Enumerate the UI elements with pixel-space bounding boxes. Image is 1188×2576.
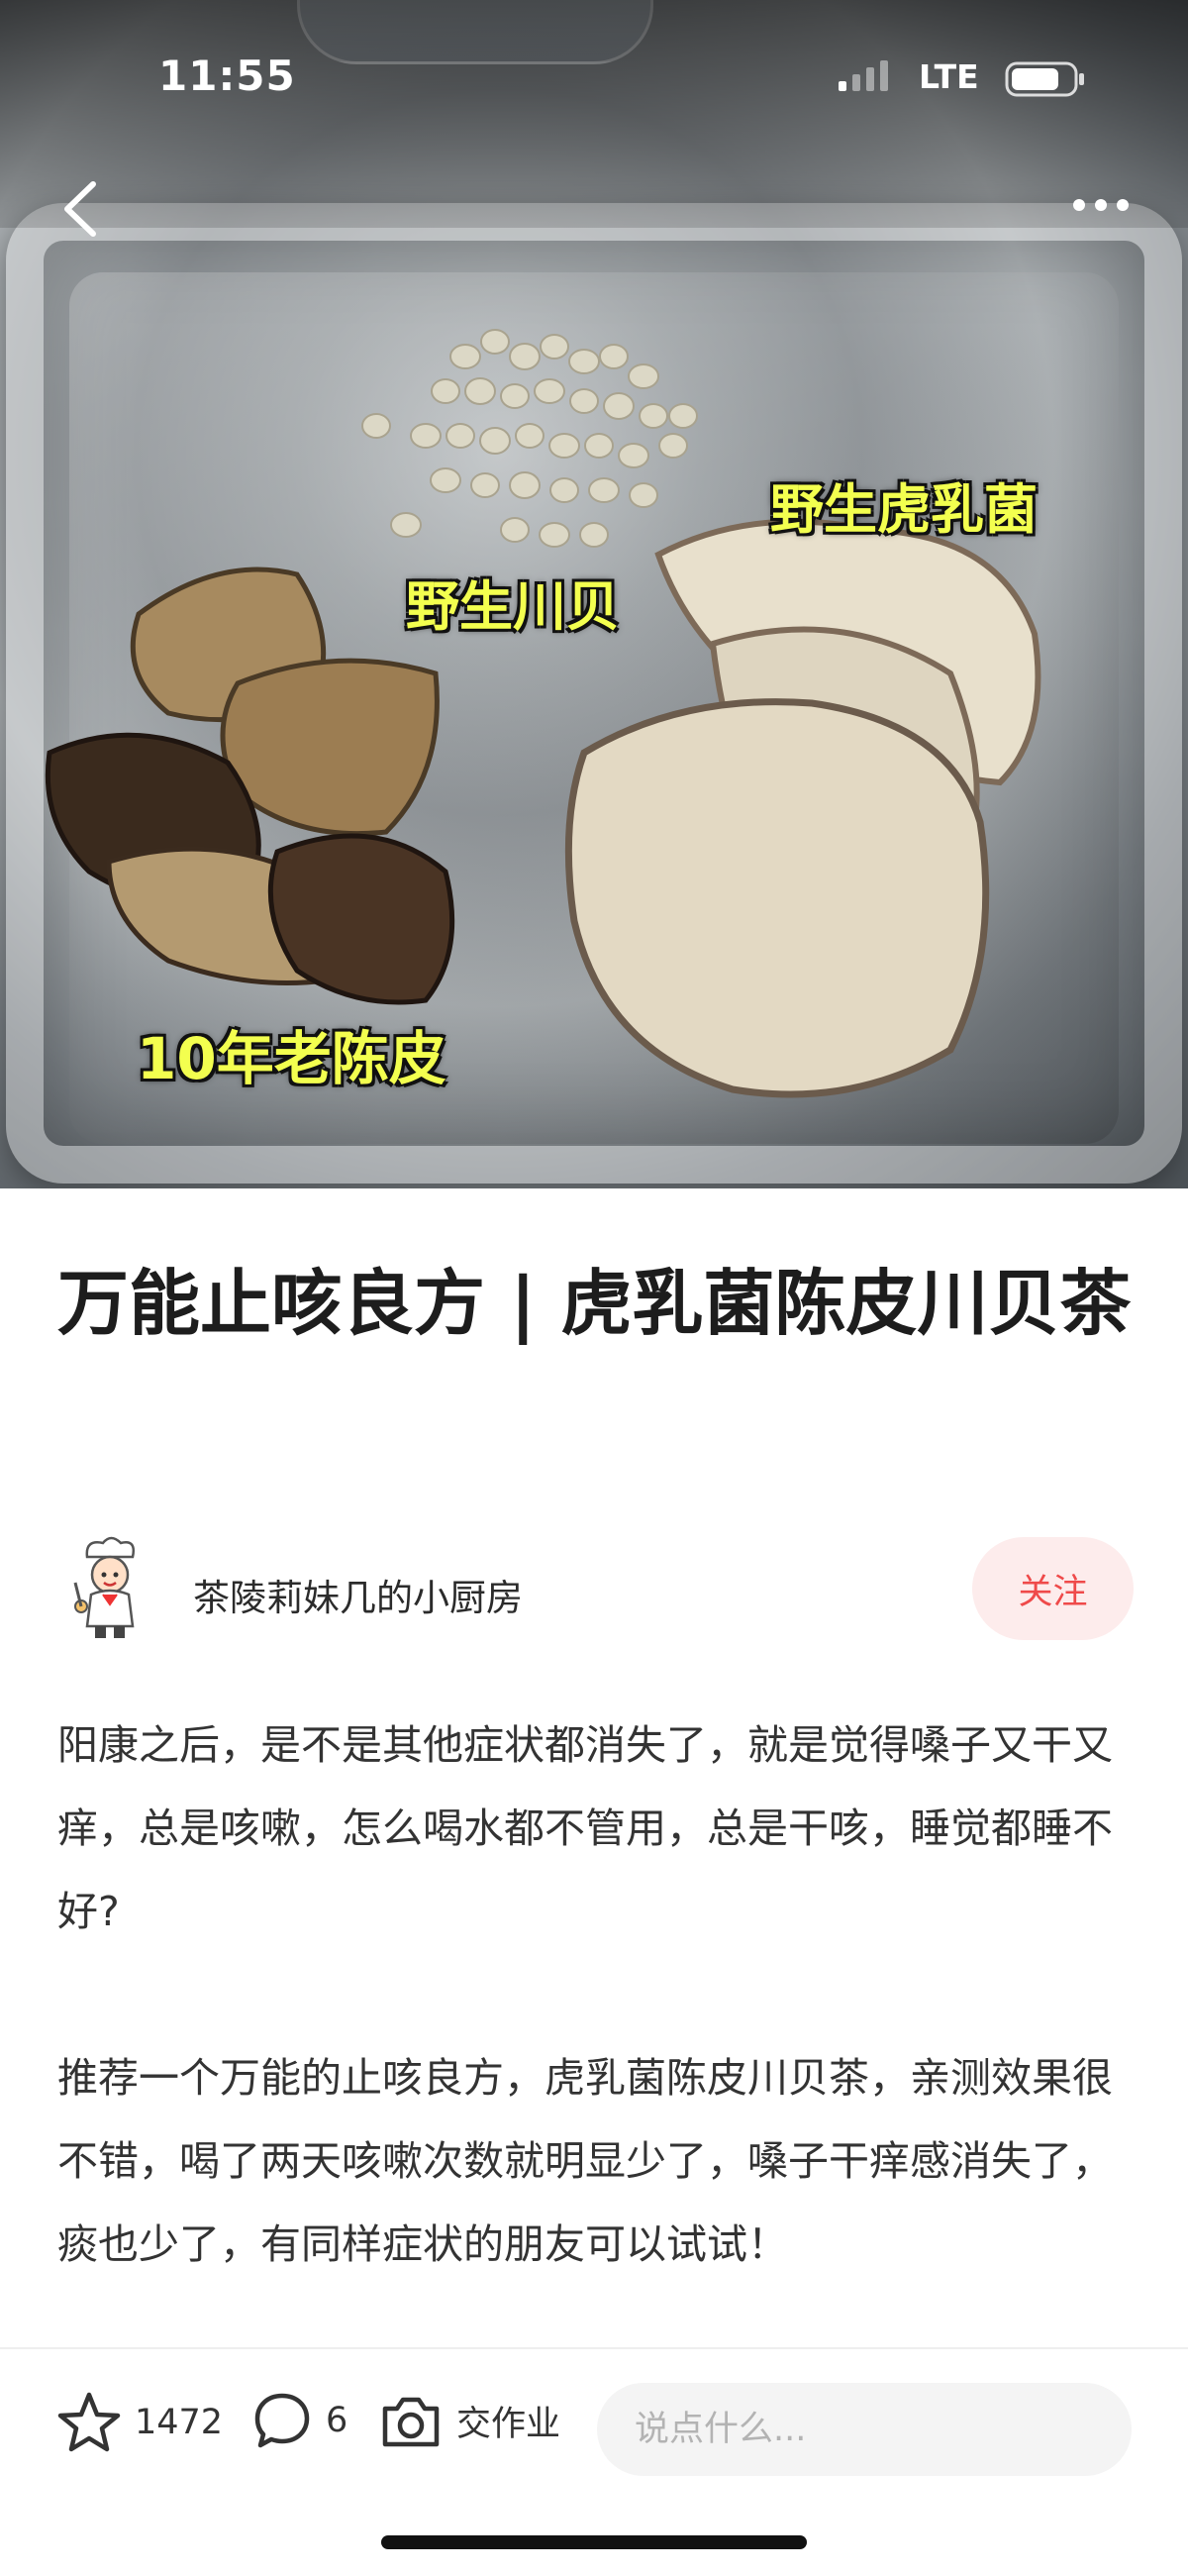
comment-input[interactable] [597,2383,1132,2476]
photo-label-chuanbei: 野生川贝 [406,575,620,638]
homework-button[interactable]: 交作业 [379,2391,560,2450]
comment-button[interactable]: 6 [252,2391,347,2450]
star-button[interactable]: 1472 [57,2391,223,2454]
author-name[interactable]: 茶陵莉妹几的小厨房 [193,1568,523,1621]
homework-label: 交作业 [456,2404,561,2444]
comment-icon [254,2393,310,2448]
post-cover-image[interactable]: 野生川贝 野生虎乳菌 10年老陈皮 [0,0,1188,1188]
battery-icon [1005,61,1084,97]
photo-label-chenpi: 10年老陈皮 [137,1025,446,1092]
author-avatar[interactable] [69,1535,148,1644]
aged-tangerine-peel [45,567,455,1005]
author-row: 茶陵莉妹几的小厨房 关注 [0,1535,1188,1644]
cellular-signal-icon [839,60,888,91]
follow-button[interactable]: 关注 [972,1537,1134,1640]
more-dots-icon[interactable] [1069,194,1133,216]
camera-icon [382,2397,440,2447]
star-icon [57,2392,121,2452]
tiger-milk-mushroom-slices [564,518,1041,1098]
article-title: 万能止咳良方 | 虎乳菌陈皮川贝茶 [57,1262,1132,1345]
comment-count: 6 [326,2401,348,2440]
article-paragraph: 阳康之后，是不是其他症状都消失了，就是觉得嗓子又干又痒，总是咳嗽，怎么喝水都不管… [57,1721,1113,1935]
network-type: LTE [919,57,979,96]
article-paragraph: 推荐一个万能的止咳良方，虎乳菌陈皮川贝茶，亲测效果很不错，喝了两天咳嗽次数就明显… [57,2054,1113,2268]
star-count: 1472 [135,2403,224,2442]
article-body: 阳康之后，是不是其他症状都消失了，就是觉得嗓子又干又痒，总是咳嗽，怎么喝水都不管… [57,1703,1137,2286]
status-time: 11:55 [158,52,296,100]
home-indicator [381,2535,807,2549]
fritillaria-bulbs [361,329,698,548]
back-arrow-icon[interactable] [61,180,101,238]
photo-label-hurujun: 野生虎乳菌 [770,478,1038,541]
status-bar: 11:55 LTE [0,0,1188,158]
